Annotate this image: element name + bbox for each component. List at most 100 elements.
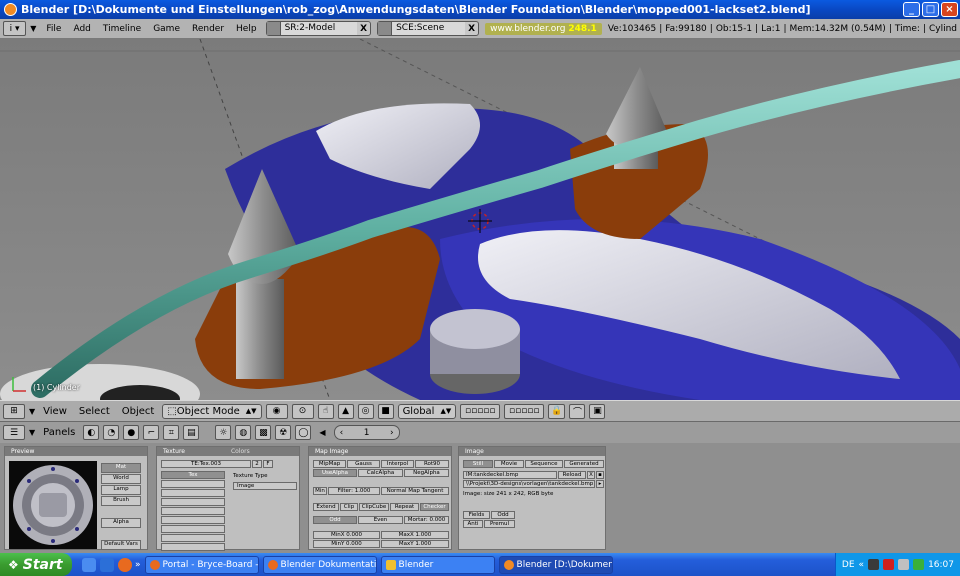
layer-buttons-group-2[interactable]: ▫▫▫▫▫ <box>504 403 545 419</box>
lamp-subcontext-icon[interactable]: ☼ <box>215 425 232 440</box>
info-editor-type-icon[interactable]: i ▾ <box>3 21 27 36</box>
image-unlink-button[interactable]: X <box>587 471 595 479</box>
menu-object[interactable]: Object <box>118 406 159 417</box>
chevron-left-icon[interactable]: « <box>859 560 865 570</box>
3d-viewport[interactable]: (1) Cylinder <box>0 39 960 400</box>
source-still-button[interactable]: Still <box>463 460 493 468</box>
interpol-toggle[interactable]: Interpol <box>381 460 414 468</box>
tab-texture[interactable]: Texture <box>163 447 185 456</box>
gauss-toggle[interactable]: Gauss <box>347 460 380 468</box>
menu-game[interactable]: Game <box>147 24 186 34</box>
anti-toggle[interactable]: Anti <box>463 520 483 528</box>
texture-name-field[interactable]: TE:Tex.003 <box>161 460 251 468</box>
menu-view[interactable]: View <box>39 406 71 417</box>
image-filepath-field[interactable]: \\Projekt\3D-designs\vorlagen\tankdeckel… <box>463 480 595 488</box>
checker-odd-toggle[interactable]: Odd <box>313 516 357 524</box>
screen-selector[interactable]: SR:2-Model X <box>265 21 372 36</box>
task-blender-docs[interactable]: Blender Dokumentati... <box>262 555 377 574</box>
blender-website-link[interactable]: www.blender.org 248.1 <box>485 22 602 35</box>
mortar-field[interactable]: Mortar: 0.000 <box>404 516 449 524</box>
rotate-manipulator-icon[interactable]: ◎ <box>357 403 374 419</box>
editing-context-icon[interactable]: ⌗ <box>163 425 180 440</box>
texture-channel-selected[interactable]: Tex <box>161 471 225 479</box>
fields-toggle[interactable]: Fields <box>463 511 490 519</box>
mode-dropdown[interactable]: ⬚ Object Mode ▲▼ <box>162 403 262 419</box>
preview-lamp-button[interactable]: Lamp <box>101 485 141 495</box>
menu-select[interactable]: Select <box>75 406 114 417</box>
preview-brush-button[interactable]: Brush <box>101 496 141 506</box>
script-context-icon[interactable]: ◔ <box>103 425 120 440</box>
chevron-more-icon[interactable]: » <box>135 560 141 570</box>
texture-channel-slot[interactable] <box>161 534 225 542</box>
checker-even-toggle[interactable]: Even <box>358 516 403 524</box>
screen-browse-icon[interactable] <box>266 22 281 35</box>
tab-colors[interactable]: Colors <box>231 447 250 456</box>
mipmap-toggle[interactable]: MipMap <box>313 460 346 468</box>
checker-button[interactable]: Checker <box>420 503 449 511</box>
source-sequence-button[interactable]: Sequence <box>525 460 563 468</box>
premul-toggle[interactable]: Premul <box>484 520 515 528</box>
clip-button[interactable]: Clip <box>340 503 358 511</box>
scene-delete-button[interactable]: X <box>465 24 478 34</box>
orientation-dropdown[interactable]: Global ▲▼ <box>397 403 457 419</box>
texture-channel-slot[interactable] <box>161 525 225 533</box>
logic-context-icon[interactable]: ◐ <box>83 425 100 440</box>
texture-channel-slot[interactable] <box>161 489 225 497</box>
minimize-button[interactable]: _ <box>903 2 920 17</box>
widget-toggle-icon[interactable]: ☝ <box>317 403 334 419</box>
normal-map-dropdown[interactable]: Normal Map Tangent <box>381 487 449 495</box>
maxy-field[interactable]: MaxY 1.000 <box>381 540 449 548</box>
preview-mat-button[interactable]: Mat <box>101 463 141 473</box>
image-pack-icon[interactable]: ▪ <box>596 471 604 479</box>
speaker-icon[interactable] <box>898 559 910 570</box>
texture-channel-slot[interactable] <box>161 507 225 515</box>
editor-type-icon[interactable]: ⊞ <box>3 403 25 419</box>
extend-button[interactable]: Extend <box>313 503 339 511</box>
render-preview-icon[interactable]: ▣ <box>589 403 606 419</box>
rot90-toggle[interactable]: Rot90 <box>415 460 449 468</box>
translate-manipulator-icon[interactable]: ▲ <box>337 403 354 419</box>
start-button[interactable]: ❖ Start <box>0 553 72 576</box>
filter-field[interactable]: Filter: 1.000 <box>328 487 380 495</box>
ie-icon[interactable] <box>100 557 114 572</box>
texture-channel-slot[interactable] <box>161 480 225 488</box>
menu-timeline[interactable]: Timeline <box>97 24 147 34</box>
lock-layers-icon[interactable]: 🔒 <box>548 403 566 419</box>
collapse-arrow-icon[interactable]: ▼ <box>26 24 40 33</box>
minx-field[interactable]: MinX 0.000 <box>313 531 380 539</box>
radiosity-subcontext-icon[interactable]: ☢ <box>275 425 292 440</box>
draw-type-icon[interactable]: ◉ <box>265 403 288 419</box>
menu-add[interactable]: Add <box>67 24 96 34</box>
chevron-right-icon[interactable]: › <box>390 428 394 438</box>
clock[interactable]: 16:07 <box>928 560 954 570</box>
pivot-icon[interactable]: ⊙ <box>291 403 314 419</box>
negalpha-toggle[interactable]: NegAlpha <box>404 469 449 477</box>
security-alert-icon[interactable] <box>883 559 895 570</box>
firefox-icon[interactable] <box>118 557 132 572</box>
image-name-field[interactable]: IM:tankdeckel.bmp <box>463 471 557 479</box>
scene-selector[interactable]: SCE:Scene X <box>377 21 480 36</box>
task-portal[interactable]: Portal - Bryce-Board -... <box>144 555 259 574</box>
scale-manipulator-icon[interactable]: ■ <box>377 403 394 419</box>
material-subcontext-icon[interactable]: ◍ <box>235 425 252 440</box>
snap-icon[interactable]: ⌒ <box>569 403 586 419</box>
source-movie-button[interactable]: Movie <box>494 460 524 468</box>
editor-type-icon[interactable]: ☰ <box>3 425 25 440</box>
scene-context-icon[interactable]: ▤ <box>183 425 200 440</box>
calcalpha-toggle[interactable]: CalcAlpha <box>358 469 403 477</box>
window-titlebar[interactable]: Blender [D:\Dokumente und Einstellungen\… <box>0 0 960 19</box>
menu-render[interactable]: Render <box>186 24 230 34</box>
scene-browse-icon[interactable] <box>378 22 393 35</box>
fields-odd-toggle[interactable]: Odd <box>491 511 515 519</box>
task-blender-folder[interactable]: Blender <box>380 555 495 574</box>
world-subcontext-icon[interactable]: ◯ <box>295 425 312 440</box>
preview-world-button[interactable]: World <box>101 474 141 484</box>
chevron-left-icon[interactable]: ‹ <box>340 428 344 438</box>
task-blender-app[interactable]: Blender [D:\Dokumen... <box>498 555 613 574</box>
frame-left-arrow-icon[interactable]: ◀ <box>315 428 329 437</box>
texture-channel-slot[interactable] <box>161 516 225 524</box>
viewport-scene[interactable] <box>0 39 960 400</box>
collapse-arrow-icon[interactable]: ▼ <box>29 428 35 437</box>
desktop-icon[interactable] <box>82 557 96 572</box>
shading-context-icon[interactable]: ● <box>123 425 140 440</box>
